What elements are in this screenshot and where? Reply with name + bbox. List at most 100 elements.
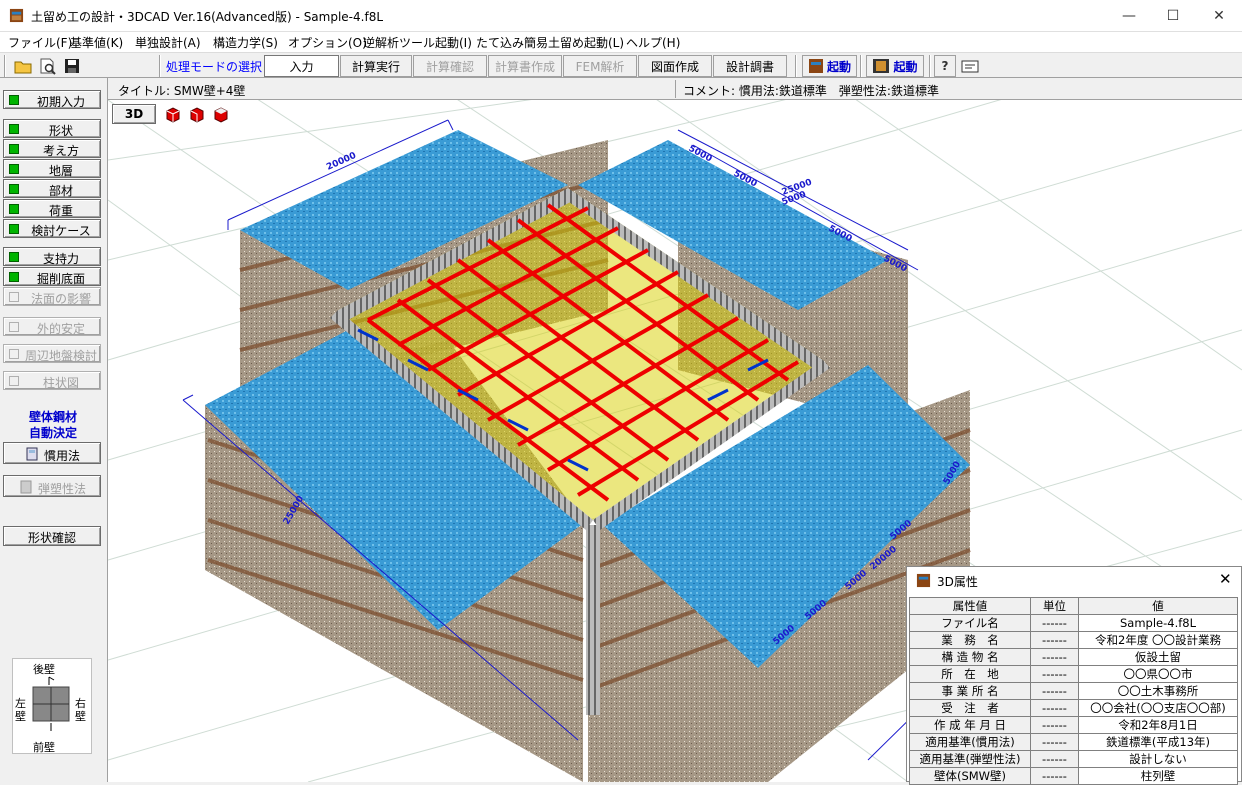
calculate-button[interactable]: 計算実行 <box>340 55 412 77</box>
attr-value[interactable]: 令和2年8月1日 <box>1078 716 1238 734</box>
button-label: 荷重 <box>48 204 73 218</box>
input-mode-button[interactable]: 入力 <box>264 55 339 77</box>
bearing-capacity-button[interactable]: 支持力 <box>3 247 101 266</box>
attr-value[interactable]: Sample-4.f8L <box>1078 614 1238 632</box>
table-row: 受 注 者 ------ 〇〇会社(〇〇支店〇〇部) <box>909 699 1238 717</box>
conventional-method-button[interactable]: 慣用法 <box>3 442 101 464</box>
table-row: 適用基準(慣用法) ------ 鉄道標準(平成13年) <box>909 733 1238 751</box>
toolbar-separator <box>159 55 161 77</box>
attr-key: 適用基準(慣用法) <box>909 733 1031 751</box>
close-button[interactable]: ✕ <box>1196 0 1242 31</box>
table-row: 構 造 物 名 ------ 仮設土留 <box>909 648 1238 666</box>
strata-button[interactable]: 地層 <box>3 159 101 178</box>
attr-value[interactable]: 〇〇土木事務所 <box>1078 682 1238 700</box>
attr-value[interactable]: 鉄道標準(平成13年) <box>1078 733 1238 751</box>
table-row: ファイル名 ------ Sample-4.f8L <box>909 614 1238 632</box>
app-icon <box>9 8 24 23</box>
attr-value[interactable]: 〇〇県〇〇市 <box>1078 665 1238 683</box>
maximize-button[interactable]: ☐ <box>1150 0 1196 31</box>
elastoplastic-method-button[interactable]: 弾塑性法 <box>3 475 101 497</box>
column-header: 値 <box>1078 597 1238 615</box>
menu-single-design[interactable]: 単独設計(A) <box>135 34 201 51</box>
table-row: 事 業 所 名 ------ 〇〇土木事務所 <box>909 682 1238 700</box>
shape-check-label: 形状確認 <box>28 531 77 545</box>
surrounding-ground-button[interactable]: 周辺地盤検討 <box>3 344 101 363</box>
fem-analysis-button[interactable]: FEM解析 <box>563 55 637 77</box>
minimize-button[interactable]: — <box>1106 0 1152 31</box>
approach-button[interactable]: 考え方 <box>3 139 101 158</box>
attr-key: 受 注 者 <box>909 699 1031 717</box>
external-stability-button[interactable]: 外的安定 <box>3 317 101 336</box>
attr-value[interactable]: 令和2年度 〇〇設計業務 <box>1078 631 1238 649</box>
menu-bar: ファイル(F) 基準値(K) 単独設計(A) 構造力学(S) オプション(O) … <box>0 32 1242 52</box>
menu-help[interactable]: ヘルプ(H) <box>626 34 680 51</box>
attr-unit: ------ <box>1030 716 1079 734</box>
menu-options[interactable]: オプション(O) <box>288 34 367 51</box>
method-label: 弾塑性法 <box>38 482 87 496</box>
wall-minimap: 後壁 前壁 左 壁 右 壁 <box>12 658 92 754</box>
check-case-button[interactable]: 検討ケース <box>3 219 101 238</box>
open-folder-icon[interactable] <box>13 56 33 76</box>
cube-top-icon[interactable] <box>212 106 230 124</box>
menu-structural[interactable]: 構造力学(S) <box>213 34 278 51</box>
attr-key: ファイル名 <box>909 614 1031 632</box>
attr-unit: ------ <box>1030 665 1079 683</box>
button-label: 外的安定 <box>36 322 85 336</box>
comment-info: コメント: 慣用法:鉄道標準 弾塑性法:鉄道標準 <box>683 84 939 98</box>
attr-unit: ------ <box>1030 699 1079 717</box>
button-label: 部材 <box>48 184 73 198</box>
id-card-icon[interactable] <box>960 56 980 76</box>
attr-unit: ------ <box>1030 631 1079 649</box>
film-icon <box>873 59 890 73</box>
menu-simple-retaining[interactable]: たて込み簡易土留め起動(L) <box>476 34 624 51</box>
table-header-row: 属性値 単位 値 <box>909 597 1238 615</box>
load-button[interactable]: 荷重 <box>3 199 101 218</box>
attr-value[interactable]: 設計しない <box>1078 750 1238 768</box>
calc-check-button[interactable]: 計算確認 <box>413 55 487 77</box>
menu-standard[interactable]: 基準値(K) <box>70 34 123 51</box>
attr-key: 作 成 年 月 日 <box>909 716 1031 734</box>
calculator-icon <box>26 447 38 461</box>
member-button[interactable]: 部材 <box>3 179 101 198</box>
title-info: タイトル: SMW壁+4壁 <box>118 84 246 98</box>
save-icon[interactable] <box>62 56 82 76</box>
button-label: 周辺地盤検討 <box>24 349 97 363</box>
status-indicator <box>9 349 19 359</box>
excavation-bottom-button[interactable]: 掘削底面 <box>3 267 101 286</box>
toolbar-separator <box>929 55 931 77</box>
attr-value[interactable]: 仮設土留 <box>1078 648 1238 666</box>
launch-button-2[interactable]: 起動 <box>866 55 924 77</box>
app-icon <box>916 573 931 588</box>
close-icon[interactable]: ✕ <box>1219 570 1232 588</box>
button-label: 柱状図 <box>42 376 79 390</box>
launch-label-1: 起動 <box>826 59 851 74</box>
status-indicator <box>9 252 19 262</box>
attr-unit: ------ <box>1030 648 1079 666</box>
attr-unit: ------ <box>1030 682 1079 700</box>
slope-effect-button[interactable]: 法面の影響 <box>3 287 101 306</box>
left-panel: 初期入力 形状 考え方 地層 部材 荷重 検討ケース 支持力 掘削底面 法面の影… <box>0 78 108 782</box>
help-button[interactable]: ? <box>934 55 956 77</box>
attr-value[interactable]: 〇〇会社(〇〇支店〇〇部) <box>1078 699 1238 717</box>
status-indicator <box>9 144 19 154</box>
shape-check-button[interactable]: 形状確認 <box>3 526 101 546</box>
boring-log-button[interactable]: 柱状図 <box>3 371 101 390</box>
shape-button[interactable]: 形状 <box>3 119 101 138</box>
launch-button-1[interactable]: 起動 <box>802 55 857 77</box>
button-label: 初期入力 <box>36 95 85 109</box>
design-record-button[interactable]: 設計調書 <box>713 55 787 77</box>
menu-file[interactable]: ファイル(F) <box>8 34 72 51</box>
3d-view-button[interactable]: 3D <box>112 104 156 124</box>
report-create-button[interactable]: 計算書作成 <box>488 55 562 77</box>
table-row: 所 在 地 ------ 〇〇県〇〇市 <box>909 665 1238 683</box>
cube-side-icon[interactable] <box>188 106 206 124</box>
search-file-icon[interactable] <box>38 56 58 76</box>
calculator-icon <box>20 480 32 494</box>
cube-front-icon[interactable] <box>164 106 182 124</box>
status-indicator <box>9 204 19 214</box>
menu-inverse-tool[interactable]: 逆解析ツール起動(I) <box>363 34 472 51</box>
initial-input-button[interactable]: 初期入力 <box>3 90 101 109</box>
help-icon: ? <box>941 59 949 73</box>
drawing-button[interactable]: 図面作成 <box>638 55 712 77</box>
status-indicator <box>9 184 19 194</box>
